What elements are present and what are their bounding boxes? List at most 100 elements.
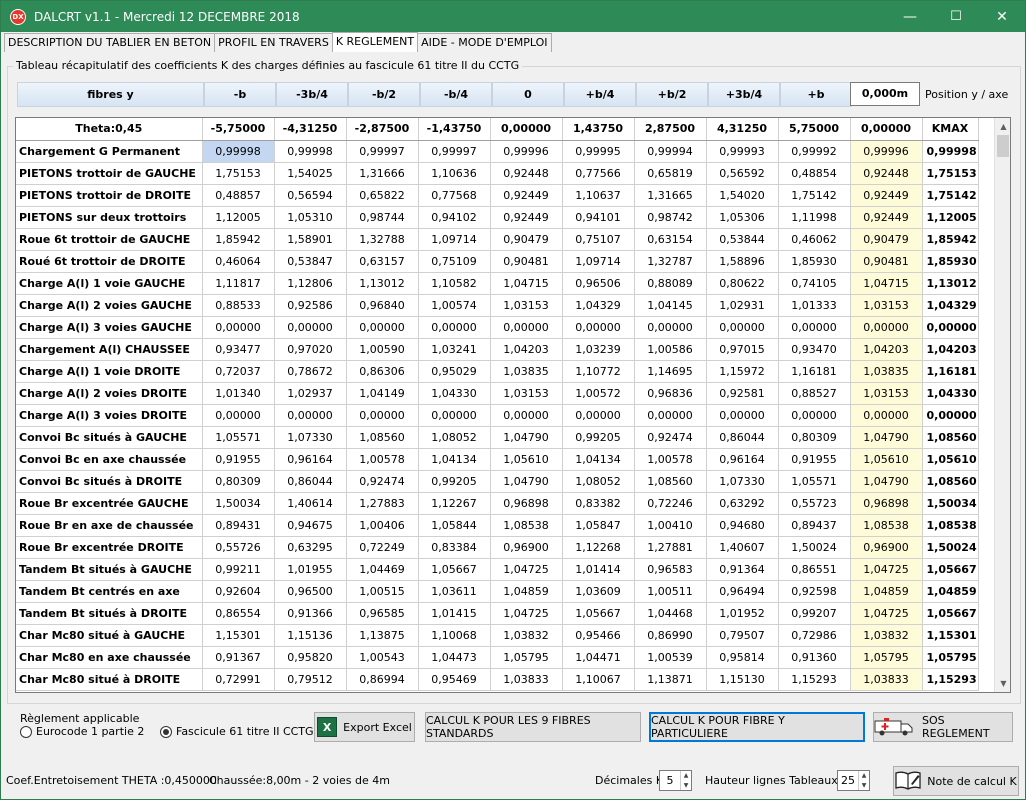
- table-cell[interactable]: 1,01955: [274, 558, 347, 581]
- table-cell[interactable]: 1,07330: [706, 470, 779, 493]
- kmax-cell[interactable]: 1,05795: [922, 646, 979, 669]
- table-cell[interactable]: 1,03153: [850, 382, 923, 405]
- table-cell[interactable]: 0,96500: [274, 580, 347, 603]
- fibre-position-header[interactable]: -3b/4: [276, 82, 348, 107]
- table-cell[interactable]: 0,72249: [346, 536, 419, 559]
- table-cell[interactable]: 0,86554: [202, 602, 275, 625]
- table-row[interactable]: Roué 6t trottoir de DROITE 0,46064 0,53847…: [16, 250, 979, 273]
- table-cell[interactable]: 0,96900: [850, 536, 923, 559]
- table-cell[interactable]: 1,05610: [490, 448, 563, 471]
- table-cell[interactable]: 1,03833: [850, 668, 923, 691]
- table-cell[interactable]: 1,85930: [778, 250, 851, 273]
- row-label[interactable]: Charge A(l) 2 voies GAUCHE: [16, 294, 203, 317]
- position-y-input[interactable]: 0,000m: [850, 82, 920, 106]
- row-label[interactable]: Tandem Bt situés à GAUCHE: [16, 558, 203, 581]
- table-cell[interactable]: 1,31665: [634, 184, 707, 207]
- table-cell[interactable]: 0,99997: [418, 140, 491, 163]
- table-cell[interactable]: 0,63292: [706, 492, 779, 515]
- table-cell[interactable]: 1,04790: [490, 470, 563, 493]
- table-cell[interactable]: 1,54020: [706, 184, 779, 207]
- table-cell[interactable]: 0,00000: [634, 404, 707, 427]
- tab-item[interactable]: AIDE - MODE D'EMPLOI: [417, 33, 552, 52]
- table-cell[interactable]: 1,12005: [202, 206, 275, 229]
- table-cell[interactable]: 0,99207: [778, 602, 851, 625]
- table-cell[interactable]: 0,53847: [274, 250, 347, 273]
- table-cell[interactable]: 1,15130: [706, 668, 779, 691]
- fibre-position-header[interactable]: +b: [780, 82, 852, 107]
- table-cell[interactable]: 0,79512: [274, 668, 347, 691]
- table-cell[interactable]: 1,04330: [418, 382, 491, 405]
- table-cell[interactable]: 0,00000: [202, 316, 275, 339]
- table-cell[interactable]: 1,75142: [778, 184, 851, 207]
- table-cell[interactable]: 1,40607: [706, 536, 779, 559]
- table-cell[interactable]: 0,65819: [634, 162, 707, 185]
- kmax-cell[interactable]: 1,15301: [922, 624, 979, 647]
- table-cell[interactable]: 0,96494: [706, 580, 779, 603]
- kmax-cell[interactable]: 1,16181: [922, 360, 979, 383]
- calcul-9-fibres-button[interactable]: CALCUL K POUR LES 9 FIBRES STANDARDS: [425, 712, 641, 742]
- table-cell[interactable]: 1,00511: [634, 580, 707, 603]
- table-cell[interactable]: 0,86044: [706, 426, 779, 449]
- table-cell[interactable]: 0,92448: [490, 162, 563, 185]
- table-cell[interactable]: 1,03153: [490, 294, 563, 317]
- table-cell[interactable]: 1,40614: [274, 492, 347, 515]
- table-cell[interactable]: 1,10637: [562, 184, 635, 207]
- table-cell[interactable]: 1,04468: [634, 602, 707, 625]
- table-row[interactable]: Roue Br excentrée DROITE 0,55726 0,63295 0,…: [16, 536, 979, 559]
- row-label[interactable]: Char Mc80 situé à DROITE: [16, 668, 203, 691]
- kmax-cell[interactable]: 1,04329: [922, 294, 979, 317]
- table-cell[interactable]: 1,05571: [202, 426, 275, 449]
- row-label[interactable]: Charge A(l) 3 voies DROITE: [16, 404, 203, 427]
- table-cell[interactable]: 0,53844: [706, 228, 779, 251]
- table-cell[interactable]: 0,63295: [274, 536, 347, 559]
- kmax-cell[interactable]: 1,04859: [922, 580, 979, 603]
- table-cell[interactable]: 0,94680: [706, 514, 779, 537]
- table-cell[interactable]: 1,12267: [418, 492, 491, 515]
- table-cell[interactable]: 0,99205: [418, 470, 491, 493]
- table-cell[interactable]: 1,03239: [562, 338, 635, 361]
- vertical-scrollbar[interactable]: ▲ ▼: [994, 118, 1010, 692]
- table-cell[interactable]: 0,92598: [778, 580, 851, 603]
- table-cell[interactable]: 0,99998: [274, 140, 347, 163]
- table-cell[interactable]: 1,04790: [490, 426, 563, 449]
- kmax-cell[interactable]: 1,50024: [922, 536, 979, 559]
- tab-item[interactable]: DESCRIPTION DU TABLIER EN BETON: [4, 33, 216, 52]
- table-cell[interactable]: 1,58901: [274, 228, 347, 251]
- table-cell[interactable]: 0,00000: [778, 404, 851, 427]
- table-cell[interactable]: 1,03832: [490, 624, 563, 647]
- row-label[interactable]: Roué 6t trottoir de DROITE: [16, 250, 203, 273]
- table-cell[interactable]: 1,00410: [634, 514, 707, 537]
- table-cell[interactable]: 0,92474: [346, 470, 419, 493]
- table-cell[interactable]: 1,00574: [418, 294, 491, 317]
- table-cell[interactable]: 1,12268: [562, 536, 635, 559]
- table-cell[interactable]: 0,89437: [778, 514, 851, 537]
- column-header[interactable]: 0,00000: [850, 118, 923, 141]
- table-cell[interactable]: 0,00000: [274, 404, 347, 427]
- table-cell[interactable]: 1,02931: [706, 294, 779, 317]
- table-cell[interactable]: 0,99996: [850, 140, 923, 163]
- table-cell[interactable]: 0,79507: [706, 624, 779, 647]
- column-header[interactable]: -2,87500: [346, 118, 419, 141]
- hauteur-value[interactable]: 25: [838, 774, 858, 787]
- table-cell[interactable]: 0,72991: [202, 668, 275, 691]
- table-cell[interactable]: 1,27883: [346, 492, 419, 515]
- column-header[interactable]: -5,75000: [202, 118, 275, 141]
- table-cell[interactable]: 0,74105: [778, 272, 851, 295]
- table-cell[interactable]: 1,01952: [706, 602, 779, 625]
- table-cell[interactable]: 0,72246: [634, 492, 707, 515]
- table-cell[interactable]: 1,02937: [274, 382, 347, 405]
- table-cell[interactable]: 0,00000: [346, 316, 419, 339]
- table-cell[interactable]: 1,05795: [490, 646, 563, 669]
- table-cell[interactable]: 0,95469: [418, 668, 491, 691]
- row-label[interactable]: Roue 6t trottoir de GAUCHE: [16, 228, 203, 251]
- table-cell[interactable]: 1,15293: [778, 668, 851, 691]
- table-cell[interactable]: 0,91955: [778, 448, 851, 471]
- table-cell[interactable]: 0,91367: [202, 646, 275, 669]
- table-cell[interactable]: 0,00000: [634, 316, 707, 339]
- table-cell[interactable]: 1,00586: [634, 338, 707, 361]
- table-cell[interactable]: 1,00515: [346, 580, 419, 603]
- table-cell[interactable]: 1,08052: [418, 426, 491, 449]
- table-cell[interactable]: 1,85942: [202, 228, 275, 251]
- table-cell[interactable]: 0,00000: [778, 316, 851, 339]
- table-cell[interactable]: 1,01414: [562, 558, 635, 581]
